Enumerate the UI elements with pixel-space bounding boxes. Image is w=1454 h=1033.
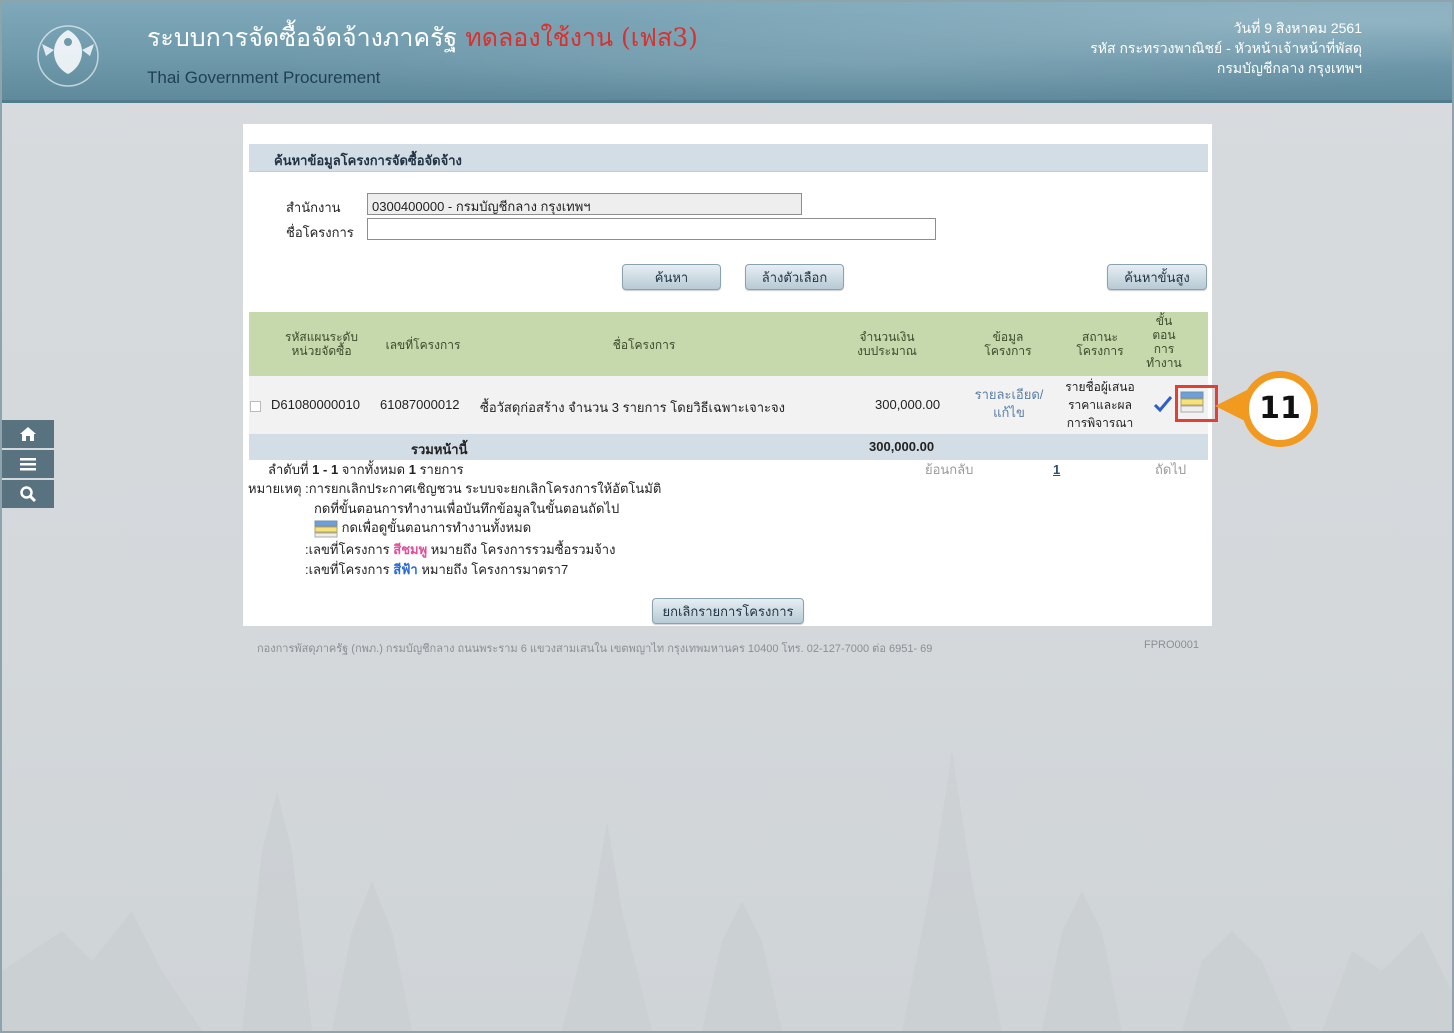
home-icon	[20, 427, 36, 441]
row-checkbox[interactable]	[250, 401, 261, 412]
panel-title: ค้นหาข้อมูลโครงการจัดซื้อจัดจ้าง	[249, 144, 1208, 172]
user-info: วันที่ 9 สิงหาคม 2561 รหัส กระทรวงพาณิชย…	[1090, 18, 1362, 78]
user-role: รหัส กระทรวงพาณิชย์ - หัวหน้าเจ้าหน้าที่…	[1090, 40, 1362, 56]
prev-page-link[interactable]: ย้อนกลับ	[925, 460, 973, 480]
row-budget: 300,000.00	[875, 397, 941, 412]
home-button[interactable]	[2, 420, 54, 448]
search-tool-button[interactable]	[2, 480, 54, 508]
all-steps-hint: กดเพื่อดูขั้นตอนการทำงานทั้งหมด	[341, 520, 532, 535]
remark-text: การยกเลิกประกาศเชิญชวน ระบบจะยกเลิกโครงก…	[308, 481, 662, 496]
all-steps-hint-line: กดเพื่อดูขั้นตอนการทำงานทั้งหมด	[314, 518, 531, 538]
th-work-step: ขั้น ตอน การ ทำงาน	[1142, 314, 1186, 370]
row-detail-edit-link[interactable]: รายละเอียด/ แก้ไข	[969, 386, 1049, 422]
search-icon	[20, 486, 37, 503]
th-info-line1: ข้อมูล	[992, 330, 1024, 344]
status-line3: การพิจารณา	[1066, 416, 1134, 430]
app-frame: ระบบการจัดซื้อจัดจ้างภาครัฐ ทดลองใช้งาน …	[0, 0, 1454, 1033]
summary-prefix: ลำดับที่	[268, 462, 309, 477]
th-plan-code-line1: รหัสแผนระดับ	[285, 330, 358, 344]
pink-legend: :เลขที่โครงการ สีชมพู หมายถึง โครงการรวม…	[305, 540, 615, 560]
detail-link-line2: แก้ไข	[993, 405, 1025, 420]
th-project-status: สถานะ โครงการ	[1065, 330, 1135, 358]
summary-suffix: รายการ	[419, 462, 464, 477]
th-step-line4: ทำงาน	[1146, 356, 1182, 370]
remark-line: หมายเหตุ :การยกเลิกประกาศเชิญชวน ระบบจะย…	[248, 479, 661, 499]
table-row: D61080000010 61087000012 ซื้อวัสดุก่อสร้…	[249, 376, 1208, 434]
office-field[interactable]: 0300400000 - กรมบัญชีกลาง กรุงเทพฯ	[367, 193, 802, 215]
garuda-logo-icon	[37, 25, 99, 87]
blue-word: สีฟ้า	[393, 562, 418, 577]
th-plan-code-line2: หน่วยจัดซื้อ	[291, 344, 352, 358]
pink-prefix: :เลขที่โครงการ	[305, 542, 390, 557]
th-budget-line2: งบประมาณ	[857, 344, 917, 358]
all-steps-legend-icon	[314, 520, 338, 538]
remark-label: หมายเหตุ :	[248, 481, 309, 496]
cancel-project-button[interactable]: ยกเลิกรายการโครงการ	[652, 598, 804, 624]
th-step-line2: ตอน	[1152, 328, 1176, 342]
summary-count: 1	[408, 462, 416, 477]
result-summary: ลำดับที่ 1 - 1 จากทั้งหมด 1 รายการ	[268, 460, 464, 480]
th-info-line2: โครงการ	[984, 344, 1032, 358]
search-panel: ค้นหาข้อมูลโครงการจัดซื้อจัดจ้าง สำนักงา…	[243, 124, 1212, 626]
system-title-trial: ทดลองใช้งาน (เฟส3)	[465, 23, 698, 52]
row-status: รายชื่อผู้เสนอ ราคาและผล การพิจารณา	[1055, 378, 1145, 432]
summary-range: 1 - 1	[312, 462, 339, 477]
project-name-label: ชื่อโครงการ	[286, 225, 354, 240]
total-value: 300,000.00	[869, 439, 935, 454]
table-header: รหัสแผนระดับ หน่วยจัดซื้อ เลขที่โครงการ …	[249, 312, 1208, 376]
advanced-search-button[interactable]: ค้นหาขั้นสูง	[1107, 264, 1207, 290]
highlight-box	[1175, 385, 1218, 422]
footer-address: กองการพัสดุภาครัฐ (กพภ.) กรมบัญชีกลาง ถน…	[257, 643, 933, 655]
summary-middle: จากทั้งหมด	[341, 462, 406, 477]
side-toolbar	[2, 420, 54, 510]
row-plan-code: D61080000010	[271, 397, 360, 412]
page-code: FPRO0001	[1144, 639, 1200, 651]
blue-suffix: หมายถึง โครงการมาตรา7	[421, 562, 569, 577]
clear-selection-button[interactable]: ล้างตัวเลือก	[745, 264, 844, 290]
th-budget: จำนวนเงิน งบประมาณ	[842, 330, 932, 358]
office-label: สำนักงาน	[286, 200, 341, 215]
blue-prefix: :เลขที่โครงการ	[305, 562, 390, 577]
step-number: 11	[1259, 390, 1301, 426]
total-label: รวมหน้านี้	[411, 442, 468, 457]
th-step-line1: ขั้น	[1155, 314, 1173, 328]
detail-link-line1: รายละเอียด/	[974, 387, 1044, 402]
row-project-no: 61087000012	[380, 397, 460, 412]
th-project-info: ข้อมูล โครงการ	[973, 330, 1043, 358]
temple-watermark	[2, 751, 1452, 1031]
blue-legend: :เลขที่โครงการ สีฟ้า หมายถึง โครงการมาตร…	[305, 560, 568, 580]
status-line1: รายชื่อผู้เสนอ	[1065, 380, 1135, 394]
pink-word: สีชมพู	[393, 542, 428, 557]
th-budget-line1: จำนวนเงิน	[859, 330, 915, 344]
current-date: วันที่ 9 สิงหาคม 2561	[1233, 20, 1362, 36]
table-total-row: รวมหน้านี้ 300,000.00	[249, 434, 1208, 460]
th-project-no: เลขที่โครงการ	[385, 338, 461, 352]
search-button[interactable]: ค้นหา	[622, 264, 721, 290]
page-number-link[interactable]: 1	[1053, 460, 1060, 480]
next-page-link[interactable]: ถัดไป	[1155, 460, 1186, 480]
status-line2: ราคาและผล	[1068, 398, 1132, 412]
th-status-line2: โครงการ	[1076, 344, 1124, 358]
th-status-line1: สถานะ	[1082, 330, 1118, 344]
menu-button[interactable]	[2, 450, 54, 478]
checkmark-step-icon[interactable]	[1153, 394, 1173, 414]
th-step-line3: การ	[1153, 342, 1175, 356]
system-title-main: ระบบการจัดซื้อจัดจ้างภาครัฐ	[147, 23, 458, 52]
th-project-name: ชื่อโครงการ	[612, 338, 676, 352]
menu-icon	[20, 458, 36, 471]
project-name-input[interactable]	[367, 218, 936, 240]
system-title: ระบบการจัดซื้อจัดจ้างภาครัฐ ทดลองใช้งาน …	[147, 18, 698, 58]
step-hint: กดที่ขั้นตอนการทำงานเพื่อบันทึกข้อมูลในข…	[314, 501, 620, 516]
system-subtitle: Thai Government Procurement	[147, 68, 381, 87]
row-project-name: ซื้อวัสดุก่อสร้าง จำนวน 3 รายการ โดยวิธี…	[480, 400, 786, 415]
th-plan-code: รหัสแผนระดับ หน่วยจัดซื้อ	[279, 330, 364, 358]
header-banner: ระบบการจัดซื้อจัดจ้างภาครัฐ ทดลองใช้งาน …	[2, 2, 1452, 103]
user-org: กรมบัญชีกลาง กรุงเทพฯ	[1216, 60, 1362, 76]
pink-suffix: หมายถึง โครงการรวมซื้อรวมจ้าง	[430, 542, 616, 557]
